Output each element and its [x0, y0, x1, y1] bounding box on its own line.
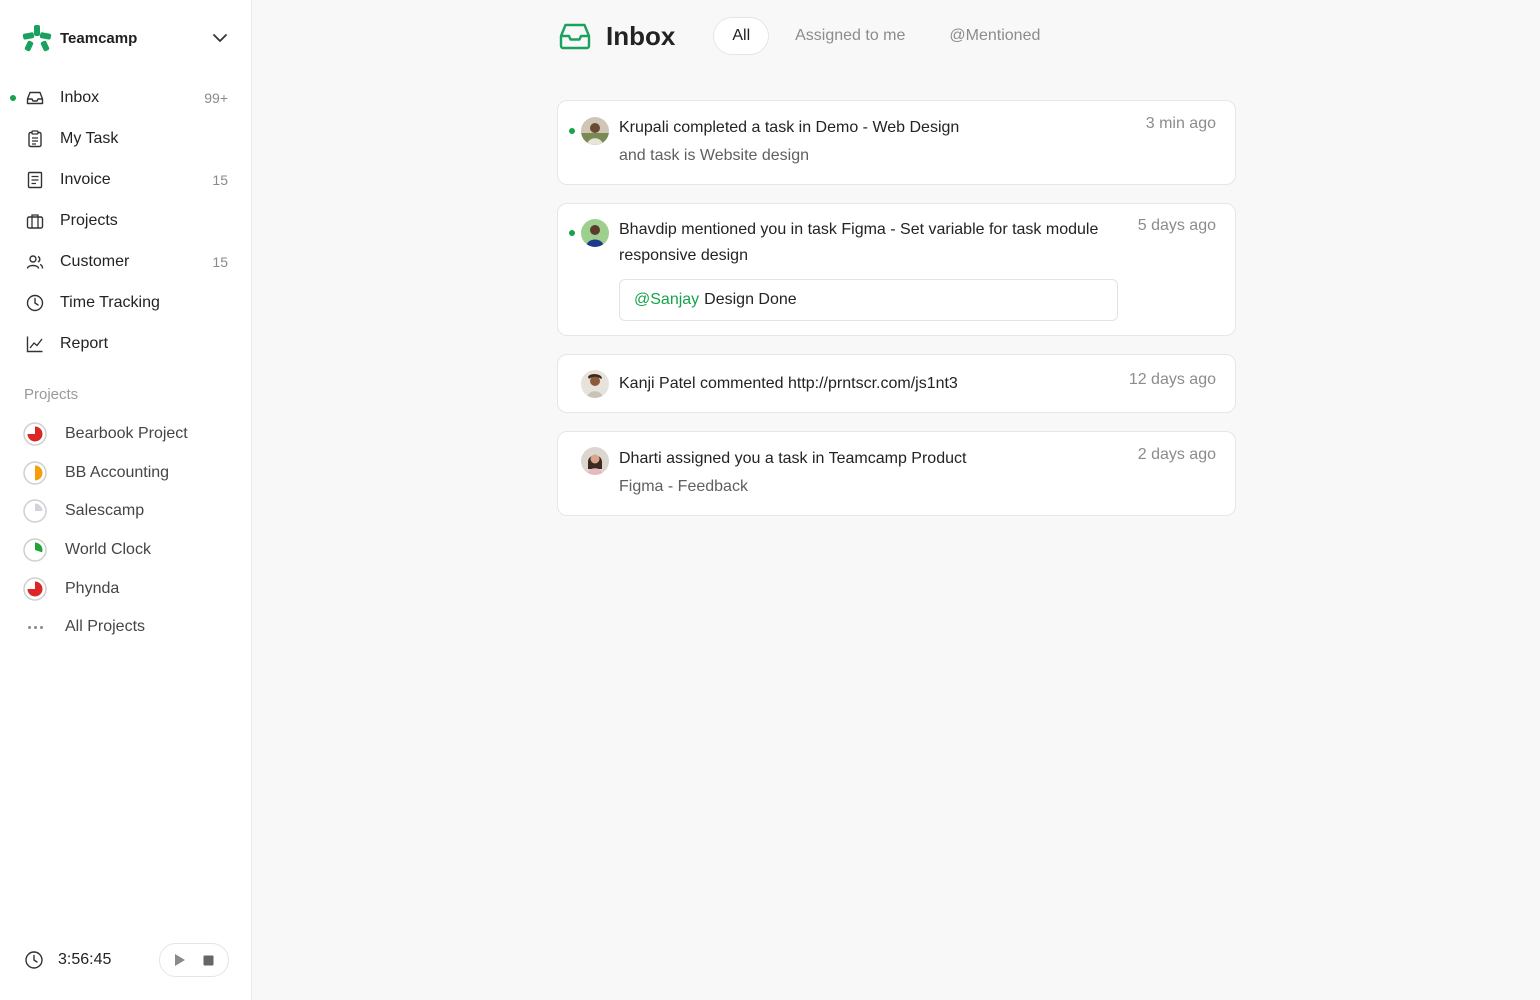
timer-value: 3:56:45 [58, 951, 112, 968]
chart-icon [24, 333, 46, 355]
project-progress-icon [23, 499, 47, 524]
tab-mentioned[interactable]: @Mentioned [929, 17, 1060, 55]
nav-item-invoice[interactable]: Invoice 15 [0, 159, 251, 200]
project-item[interactable]: World Clock [0, 531, 251, 570]
project-label: Bearbook Project [65, 425, 188, 443]
notification-text: Dharti assigned you a task in Teamcamp P… [619, 450, 967, 467]
avatar [581, 447, 609, 475]
stop-icon [203, 955, 213, 965]
projects-list: Bearbook Project BB Accounting Salescamp… [0, 415, 251, 647]
time-tracker: 3:56:45 [24, 943, 229, 977]
nav-label: Report [60, 334, 109, 352]
all-projects-link[interactable]: All Projects [0, 608, 251, 647]
workspace-name: Teamcamp [60, 29, 138, 47]
avatar [581, 370, 609, 398]
project-progress-icon [23, 422, 47, 447]
clipboard-icon [24, 128, 46, 150]
nav-item-customer[interactable]: Customer 15 [0, 241, 251, 282]
invoice-icon [24, 169, 46, 191]
nav-item-projects[interactable]: Projects [0, 200, 251, 241]
notification-content: Krupali completed a task in Demo - Web D… [619, 115, 1119, 169]
nav-item-report[interactable]: Report [0, 323, 251, 364]
notification-content: Bhavdip mentioned you in task Figma - Se… [619, 217, 1119, 321]
notification-time: 3 min ago [1145, 115, 1216, 132]
project-label: Salescamp [65, 502, 145, 520]
notification-time: 5 days ago [1137, 217, 1216, 234]
nav-count: 99+ [204, 89, 228, 106]
notification-subtext: and task is Website design [619, 147, 810, 164]
nav-label: Inbox [60, 88, 100, 106]
project-label: World Clock [65, 541, 151, 559]
teamcamp-logo [22, 25, 52, 52]
unread-dot [569, 230, 575, 236]
play-icon [175, 954, 185, 966]
projects-heading: Projects [24, 386, 79, 403]
stop-button[interactable] [196, 948, 220, 972]
unread-dot [569, 128, 575, 134]
notification-card[interactable]: Krupali completed a task in Demo - Web D… [557, 100, 1236, 185]
timer-controls [159, 943, 229, 977]
project-item[interactable]: BB Accounting [0, 454, 251, 493]
main-nav: Inbox 99+ My Task Invoice 15 Projects Cu… [0, 77, 251, 364]
notification-time: 12 days ago [1128, 371, 1216, 388]
nav-item-my-task[interactable]: My Task [0, 118, 251, 159]
project-progress-icon [23, 461, 47, 485]
all-projects-label: All Projects [65, 618, 146, 636]
nav-count: 15 [212, 253, 228, 270]
notification-text: Bhavdip mentioned you in task Figma - Se… [619, 221, 1099, 264]
notification-text: Krupali completed a task in Demo - Web D… [619, 119, 960, 136]
unread-dot [10, 95, 16, 101]
notification-content: Kanji Patel commented http://prntscr.com… [619, 371, 1119, 397]
nav-item-time-tracking[interactable]: Time Tracking [0, 282, 251, 323]
avatar [581, 219, 609, 247]
workspace-switcher[interactable]: Teamcamp [22, 24, 228, 52]
notification-subtext: Figma - Feedback [619, 478, 748, 495]
nav-label: Projects [60, 211, 118, 229]
notification-time: 2 days ago [1137, 446, 1216, 463]
play-button[interactable] [168, 948, 192, 972]
inbox-header: Inbox All Assigned to me @Mentioned [558, 16, 1064, 56]
project-label: Phynda [65, 579, 120, 597]
project-item[interactable]: Phynda [0, 569, 251, 608]
notification-content: Dharti assigned you a task in Teamcamp P… [619, 446, 1119, 500]
more-icon [23, 625, 47, 629]
inbox-icon [24, 87, 46, 109]
avatar [581, 117, 609, 145]
tab-all[interactable]: All [713, 17, 770, 55]
chevron-down-icon[interactable] [212, 30, 228, 46]
notification-card[interactable]: Dharti assigned you a task in Teamcamp P… [557, 431, 1236, 516]
nav-label: Time Tracking [60, 293, 160, 311]
nav-label: Invoice [60, 170, 111, 188]
project-item[interactable]: Bearbook Project [0, 415, 251, 454]
nav-item-inbox[interactable]: Inbox 99+ [0, 77, 251, 118]
users-icon [24, 251, 46, 273]
project-progress-icon [23, 576, 47, 601]
nav-count: 15 [212, 171, 228, 188]
briefcase-icon [24, 210, 46, 232]
nav-label: My Task [60, 129, 119, 147]
clock-icon [25, 951, 43, 969]
mention-quote: @Sanjay Design Done [619, 279, 1118, 321]
notification-text: Kanji Patel commented http://prntscr.com… [619, 375, 958, 392]
project-item[interactable]: Salescamp [0, 492, 251, 531]
project-label: BB Accounting [65, 463, 170, 481]
sidebar: Teamcamp Inbox 99+ My Task Invoice 15 Pr… [0, 0, 252, 1000]
inbox-icon [559, 23, 591, 50]
notification-feed: Krupali completed a task in Demo - Web D… [557, 100, 1236, 534]
quote-text: Design Done [704, 291, 797, 308]
page-title: Inbox [606, 20, 676, 51]
nav-label: Customer [60, 252, 130, 270]
mention-tag[interactable]: @Sanjay [634, 291, 699, 309]
project-progress-icon [23, 538, 47, 562]
notification-card[interactable]: Kanji Patel commented http://prntscr.com… [557, 354, 1236, 413]
notification-card[interactable]: Bhavdip mentioned you in task Figma - Se… [557, 203, 1236, 336]
clock-icon [24, 292, 46, 314]
tab-assigned-to-me[interactable]: Assigned to me [775, 17, 925, 55]
